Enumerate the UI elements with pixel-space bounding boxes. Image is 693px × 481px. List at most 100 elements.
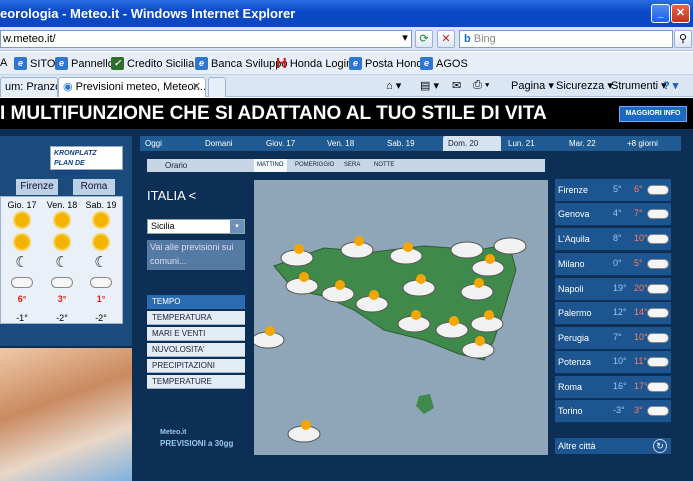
city-row[interactable]: Torino -3° 3° [555,400,671,423]
search-icon[interactable]: ⚲ [674,30,692,48]
forecast-30-promo[interactable]: Meteo.it PREVISIONI a 30gg [160,427,234,453]
tab-sera[interactable]: SERA [344,159,360,172]
malta-island [416,394,434,414]
goto-comuni-link[interactable]: Vai alle previsioni sui comuni... [147,240,245,270]
ad-banner[interactable]: I MULTIFUNZIONE CHE SI ADATTANO AL TUO S… [0,98,693,129]
city-row[interactable]: Napoli 19° 20° [555,278,671,301]
tab-more-days[interactable]: +8 giorni [622,136,681,151]
window-title-bar: eorologia - Meteo.it - Windows Internet … [0,0,693,27]
temp-max: 3° [57,294,67,304]
temp-max: 6° [17,294,27,304]
browser-tab-active[interactable]: ◉ Previsioni meteo, Meteor... ✕ [58,77,206,97]
favorite-item[interactable]: ✓ Credito Siciliano [111,57,206,70]
menu-item[interactable]: NUVOLOSITA' [147,343,245,357]
city-row[interactable]: Palermo 12° 14° [555,302,671,325]
close-tab-icon[interactable]: ✕ [192,78,201,96]
tab-notte[interactable]: NOTTE [374,159,394,172]
region-title[interactable]: ITALIA < [147,188,196,203]
stop-icon[interactable]: ✕ [437,30,455,48]
city-row[interactable]: Firenze 5° 6° [555,179,671,202]
moon-cloud-icon: ☾ [55,254,69,271]
city-row[interactable]: L'Aquila 8° 10° [555,228,671,251]
city-temp-max: 7° [634,208,643,218]
sun-cloud-icon [647,333,669,343]
city-row[interactable]: Genova 4° 7° [555,203,671,226]
city-row[interactable]: Milano 0° 5° [555,253,671,276]
city-temp-max: 17° [634,381,648,391]
other-cities-button[interactable]: Altre città ↻ [555,438,671,454]
favorite-item[interactable]: e SITO [14,57,55,70]
tab-day[interactable]: Sab. 19 [382,136,442,151]
home-icon[interactable]: ⌂ ▾ [386,79,401,92]
go-arrow-icon: ↻ [653,439,667,453]
tab-day-selected[interactable]: Dom. 20 [443,136,501,151]
chevron-down-icon[interactable]: ▾ [230,220,244,233]
favorite-item[interactable]: A [0,57,7,69]
city-header: Roma [73,179,115,195]
temp-max: 1° [96,294,106,304]
security-menu[interactable]: Sicurezza ▾ [556,79,613,92]
city-temp-max: 14° [634,307,648,317]
temp-min: -2° [56,313,68,323]
tab-day[interactable]: Giov. 17 [261,136,321,151]
menu-item[interactable]: PRECIPITAZIONI [147,359,245,373]
sponsor-logo[interactable]: KRONPLATZ PLAN DE CORONES [50,146,123,177]
address-input[interactable]: w.meteo.it/ [0,30,412,48]
tab-day[interactable]: Mar. 22 [564,136,620,151]
favorite-item[interactable]: e Posta Honda [349,57,429,70]
favorite-item[interactable]: e Banca Sviluppo [195,57,287,70]
city-temp-min: 7° [613,332,622,342]
menu-header[interactable]: TEMPO [147,295,245,309]
help-icon[interactable]: ? ▾ [663,79,678,92]
search-input[interactable]: b Bing [459,30,673,48]
refresh-icon[interactable]: ⟳ [415,30,433,48]
menu-item[interactable]: TEMPERATURE [147,375,245,389]
promo-brand: Meteo.it [160,429,187,436]
city-name: Palermo [558,308,592,318]
city-temp-min: 0° [613,258,622,268]
cloud-icon [5,277,39,290]
honda-logo-icon: H [276,55,287,72]
browser-tab[interactable]: um: Pranzo... [0,77,58,97]
tab-oggi[interactable]: Oggi [140,136,200,151]
menu-item[interactable]: MARI E VENTI [147,327,245,341]
city-header: Firenze [16,179,58,195]
region-select[interactable]: Sicilia ▾ [147,219,245,234]
favorite-item[interactable]: H Honda Login [276,55,353,72]
city-temp-max: 5° [634,258,643,268]
page-menu-label: Pagina [511,80,546,92]
city-row[interactable]: Perugia 7° 10° [555,327,671,350]
ie-page-icon: e [420,57,433,70]
tab-day[interactable]: Lun. 21 [503,136,563,151]
cloud-icon [647,185,669,195]
city-temp-min: 5° [613,184,622,194]
mail-icon[interactable]: ✉ [452,79,461,92]
city-row[interactable]: Potenza 10° 11° [555,351,671,374]
favorite-label: Honda Login [289,57,353,70]
feeds-icon[interactable]: ▤ ▾ [420,79,439,92]
day-label: Ven. 18 [46,200,78,210]
city-temp-min: 8° [613,233,622,243]
favorite-label: Pannello [71,57,114,70]
ie-page-icon: e [349,57,362,70]
promo-photo[interactable] [0,348,132,481]
print-icon[interactable]: ⎙ ▾ [473,79,489,92]
rain-cloud-icon [647,284,669,294]
tools-menu[interactable]: Strumenti ▾ [611,79,667,92]
banner-more-info-button[interactable]: MAGGIORI INFO [619,106,687,122]
page-menu[interactable]: Pagina ▾ [511,79,554,92]
favorite-item[interactable]: e Pannello [55,57,114,70]
city-row[interactable]: Roma 16° 17° [555,376,671,399]
tab-pomeriggio[interactable]: POMERIGGIO [295,159,334,172]
menu-item[interactable]: TEMPERATURA [147,311,245,325]
tab-domani[interactable]: Domani [200,136,260,151]
close-button[interactable]: ✕ [671,4,690,23]
favorite-item[interactable]: e AGOS [420,57,468,70]
new-tab-button[interactable] [208,77,226,97]
sun-icon [84,235,118,251]
tab-mattino[interactable]: MATTINO [254,159,287,172]
tab-day[interactable]: Ven. 18 [322,136,382,151]
minimize-button[interactable]: _ [651,4,670,23]
address-dropdown-icon[interactable]: ▾ [398,30,412,48]
favorites-bar: A e SITO e Pannello ✓ Credito Siciliano e Ba… [0,52,693,75]
